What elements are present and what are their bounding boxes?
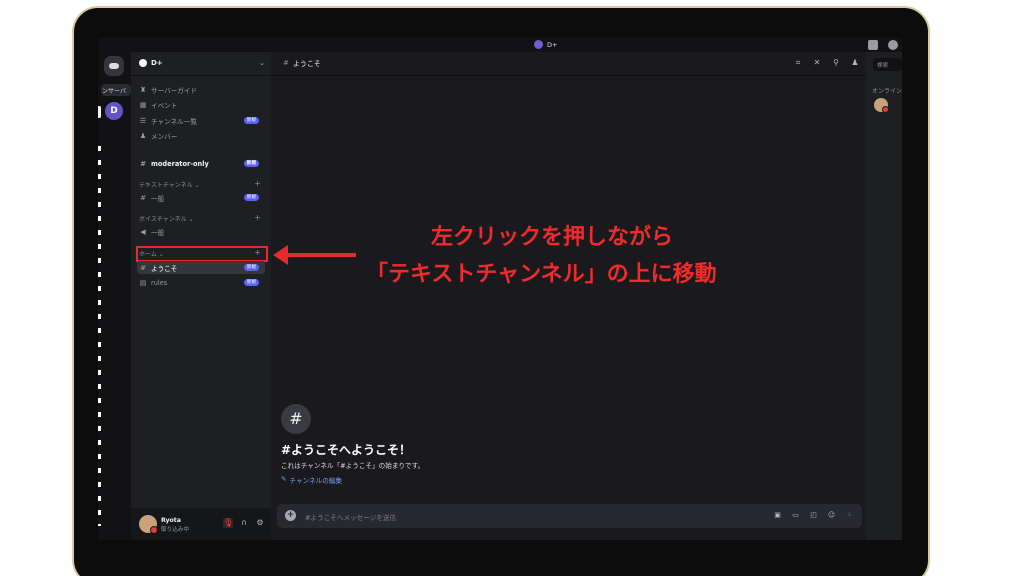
hash-icon: #	[283, 59, 289, 67]
pin-icon[interactable]: ⚲	[831, 58, 841, 68]
member-avatar[interactable]	[874, 98, 889, 113]
chevron-down-icon[interactable]: ⌄	[259, 59, 265, 67]
sidebar-item-members[interactable]: ♟ メンバー	[137, 129, 265, 142]
member-list: オンライン	[866, 52, 902, 540]
channel-title: ようこそ	[292, 60, 321, 68]
annotation-line-2: 「テキストチャンネル」の上に移動	[366, 262, 717, 287]
title-bar: D+	[98, 38, 902, 52]
active-server-pill	[98, 106, 101, 118]
calendar-icon: ▦	[139, 100, 147, 109]
search-input[interactable]: 検索	[873, 58, 902, 71]
server-icon	[534, 40, 543, 49]
channel-hash-icon: #	[281, 404, 311, 434]
pencil-icon: ✎	[281, 475, 287, 483]
category-text-channels[interactable]: テキストチャンネル ⌄ +	[139, 179, 265, 190]
new-badge: 新規	[243, 117, 259, 124]
edit-channel-link[interactable]: ✎ チャンネルの編集	[281, 475, 342, 485]
add-channel-icon[interactable]: +	[254, 179, 261, 188]
mute-mic-icon[interactable]: 🎙	[223, 518, 233, 528]
welcome-subtitle: これはチャンネル「#ようこそ」の始まりです。	[281, 462, 425, 470]
user-status: 取り込み中	[161, 527, 189, 533]
hash-icon: #	[140, 159, 146, 168]
hash-icon: #	[140, 193, 146, 202]
server-badge-icon	[139, 59, 147, 67]
channel-moderator-only[interactable]: # moderator-only 新規	[137, 157, 265, 170]
add-channel-icon[interactable]: +	[254, 248, 261, 257]
rail-divider	[98, 146, 101, 526]
notification-mute-icon[interactable]: ✕	[812, 58, 822, 68]
rules-icon: ▤	[139, 278, 147, 287]
hash-icon: #	[140, 263, 146, 272]
message-input[interactable]: #ようこそへメッセージを送信	[305, 512, 396, 522]
channel-header: # ようこそ ⌗ ✕ ⚲ ♟	[271, 52, 866, 76]
headphones-icon[interactable]: ∩	[239, 518, 249, 528]
server-name: D+	[151, 59, 163, 67]
channel-rules[interactable]: ▤ rules 新規	[137, 276, 265, 289]
annotation-line-1: 左クリックを押しながら	[431, 225, 674, 250]
new-badge: 新規	[243, 264, 259, 271]
sticker-icon[interactable]: ◰	[809, 511, 818, 520]
user-panel: Ryota 取り込み中 🎙 ∩ ⚙	[131, 508, 271, 540]
gear-icon[interactable]: ⚙	[255, 518, 265, 528]
online-label: オンライン	[872, 88, 902, 95]
server-button-dplus[interactable]: D	[105, 102, 123, 120]
new-badge: 新規	[243, 194, 259, 201]
app-screen: D+ ンサーバ D D+ ⌄ ♜ サーバーガイド ▦ イベント ☰ チャンネル一…	[98, 38, 902, 540]
avatar[interactable]	[139, 515, 158, 534]
welcome-title: #ようこそへようこそ！	[281, 443, 412, 457]
server-rail: ンサーバ D	[98, 52, 131, 540]
annotation-arrow-shaft	[286, 253, 356, 257]
emoji-icon[interactable]: ☺	[827, 511, 836, 520]
server-header[interactable]: D+ ⌄	[131, 52, 271, 76]
sidebar-item-events[interactable]: ▦ イベント	[137, 98, 265, 111]
speaker-icon: ◀	[140, 227, 146, 236]
channel-general-voice[interactable]: ◀ 一般	[137, 225, 265, 238]
add-attachment-icon[interactable]: +	[285, 510, 296, 521]
channel-general-text[interactable]: # 一般 新規	[137, 191, 265, 204]
gif-icon[interactable]: ▭	[791, 511, 800, 520]
category-voice-channels[interactable]: ボイスチャンネル ⌄ +	[139, 213, 265, 224]
add-channel-icon[interactable]: +	[254, 213, 261, 222]
message-composer[interactable]: + #ようこそへメッセージを送信 ▣ ▭ ◰ ☺ ⁘	[277, 504, 862, 528]
threads-icon[interactable]: ⌗	[793, 58, 803, 68]
window-title: D+	[534, 40, 557, 49]
annotation-arrow-head	[273, 245, 288, 265]
apps-icon[interactable]: ⁘	[845, 511, 854, 520]
new-badge: 新規	[243, 160, 259, 167]
channel-list-icon: ☰	[139, 116, 147, 125]
new-badge: 新規	[243, 279, 259, 286]
channel-sidebar: D+ ⌄ ♜ サーバーガイド ▦ イベント ☰ チャンネル一覧 新規 ♟ メンバ…	[131, 52, 271, 540]
guide-icon: ♜	[139, 85, 147, 94]
user-name: Ryota	[161, 517, 181, 524]
help-icon[interactable]	[888, 40, 898, 50]
chat-area: # ようこそ ⌗ ✕ ⚲ ♟ # #ようこそへようこそ！ これはチャンネル「#よう…	[271, 52, 866, 540]
member-list-icon[interactable]: ♟	[850, 58, 860, 68]
gift-icon[interactable]: ▣	[773, 511, 782, 520]
channel-welcome[interactable]: # ようこそ 新規	[137, 261, 265, 274]
sidebar-item-channel-list[interactable]: ☰ チャンネル一覧 新規	[137, 114, 265, 127]
discord-home-icon[interactable]	[104, 56, 124, 76]
members-icon: ♟	[139, 131, 147, 140]
inbox-icon[interactable]	[868, 40, 878, 50]
category-home[interactable]: ホーム ⌄ +	[136, 246, 268, 262]
server-tooltip: ンサーバ	[101, 84, 131, 96]
sidebar-item-server-guide[interactable]: ♜ サーバーガイド	[137, 83, 265, 96]
